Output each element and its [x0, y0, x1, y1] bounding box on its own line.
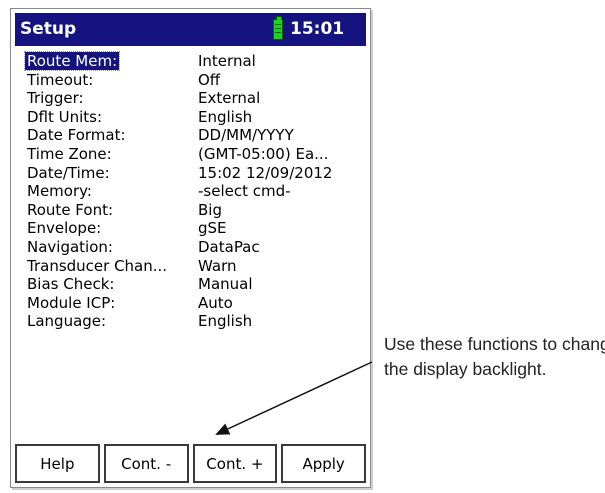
callout-line-1: Use these functions to change	[384, 334, 605, 354]
callout-line-2: the display backlight.	[384, 359, 547, 379]
callout-note: Use these functions to change the displa…	[384, 332, 605, 382]
callout-arrow	[215, 361, 373, 435]
